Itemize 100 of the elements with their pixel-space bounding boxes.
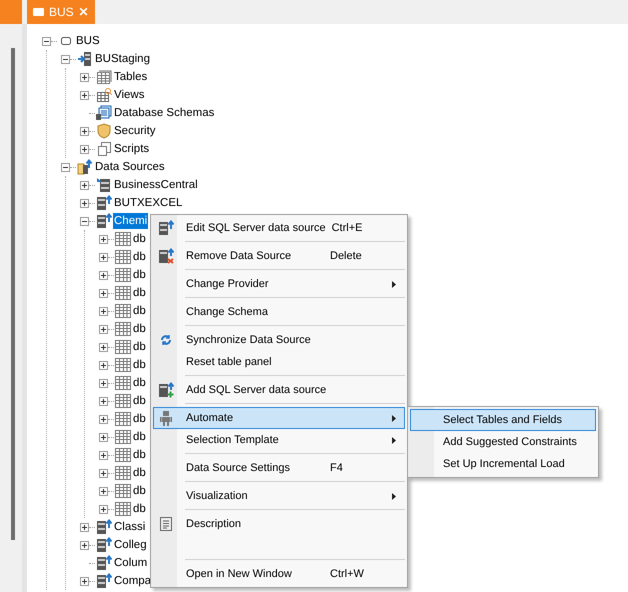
menu-item[interactable]: Automate xyxy=(153,407,405,429)
collapse-toggle[interactable] xyxy=(61,162,70,172)
menu-item[interactable]: Remove Data Source Delete xyxy=(153,245,405,267)
data-source-icon xyxy=(96,555,112,571)
expand-toggle[interactable] xyxy=(99,486,108,496)
expand-toggle[interactable] xyxy=(80,72,89,82)
expand-toggle[interactable] xyxy=(99,450,108,460)
table-icon xyxy=(115,249,131,265)
tree-item[interactable]: db xyxy=(132,393,147,409)
tree-item[interactable]: Views xyxy=(113,87,146,103)
collapse-toggle[interactable] xyxy=(42,36,51,46)
tree-item[interactable]: db xyxy=(132,231,147,247)
robot-icon xyxy=(160,410,172,426)
expand-toggle[interactable] xyxy=(99,270,108,280)
menu-item[interactable]: Change Schema xyxy=(153,301,405,323)
table-icon xyxy=(115,465,131,481)
tree-item[interactable]: Colum xyxy=(113,555,148,571)
tree-item[interactable]: Database Schemas xyxy=(113,105,216,121)
script-icon xyxy=(96,141,112,157)
tree-item[interactable]: BusinessCentral xyxy=(113,177,199,193)
data-source-icon xyxy=(96,195,112,211)
menu-item[interactable]: Reset table panel xyxy=(153,351,405,373)
data-source-icon xyxy=(96,213,112,229)
tree-item[interactable]: db xyxy=(132,411,147,427)
expand-toggle[interactable] xyxy=(99,396,108,406)
tree-item[interactable]: Scripts xyxy=(113,141,150,157)
tree-item[interactable]: db xyxy=(132,321,147,337)
expand-toggle[interactable] xyxy=(80,180,89,190)
expand-toggle[interactable] xyxy=(99,504,108,514)
tree-item[interactable]: db xyxy=(132,501,147,517)
shield-icon xyxy=(96,123,112,139)
menu-item[interactable]: Set Up Incremental Load xyxy=(410,453,596,475)
tree-item[interactable]: db xyxy=(132,303,147,319)
expand-toggle[interactable] xyxy=(99,414,108,424)
expand-toggle[interactable] xyxy=(99,306,108,316)
menu-item[interactable]: Change Provider xyxy=(153,273,405,295)
table-icon xyxy=(115,267,131,283)
menu-item[interactable]: Select Tables and Fields xyxy=(410,409,596,431)
tree-item[interactable]: db xyxy=(132,339,147,355)
collapse-toggle[interactable] xyxy=(61,54,70,64)
tree-item[interactable]: db xyxy=(132,267,147,283)
tree-item[interactable]: BUS xyxy=(75,33,101,49)
tree-item[interactable]: db xyxy=(132,465,147,481)
panel-header xyxy=(0,0,22,24)
table-icon xyxy=(115,303,131,319)
menu-item[interactable]: Description xyxy=(153,513,405,535)
tree-item[interactable]: BUStaging xyxy=(94,51,151,67)
tree-item[interactable]: db xyxy=(132,483,147,499)
menu-item[interactable]: Add Suggested Constraints xyxy=(410,431,596,453)
schema-icon xyxy=(96,105,112,121)
expand-toggle[interactable] xyxy=(99,252,108,262)
panel-handle[interactable] xyxy=(10,48,14,540)
table-icon xyxy=(115,411,131,427)
expand-toggle[interactable] xyxy=(99,432,108,442)
expand-toggle[interactable] xyxy=(80,126,89,136)
table-icon xyxy=(115,447,131,463)
tree-item[interactable]: BUTXEXCEL xyxy=(113,195,184,211)
expand-toggle[interactable] xyxy=(80,522,89,532)
expand-toggle[interactable] xyxy=(80,576,89,586)
tree-item[interactable]: Data Sources xyxy=(94,159,166,175)
tree-item[interactable]: Colleg xyxy=(113,537,148,553)
staging-icon xyxy=(77,51,93,67)
tree-item[interactable]: db xyxy=(132,249,147,265)
menu-item[interactable]: Data Source Settings F4 xyxy=(153,457,405,479)
table-search-icon xyxy=(96,87,112,103)
menu-item[interactable]: Add SQL Server data source xyxy=(153,379,405,401)
tree-item[interactable]: Classi xyxy=(113,519,146,535)
document-icon xyxy=(33,8,44,16)
remove-source-icon xyxy=(158,248,174,264)
expand-toggle[interactable] xyxy=(99,234,108,244)
menu-item[interactable]: Open in New Window Ctrl+W xyxy=(153,563,405,585)
tree-item[interactable]: Security xyxy=(113,123,157,139)
menu-item[interactable]: Selection Template xyxy=(153,429,405,451)
tree-item[interactable]: Chemi xyxy=(113,213,148,229)
expand-toggle[interactable] xyxy=(99,360,108,370)
tree-item[interactable]: Tables xyxy=(113,69,148,85)
expand-toggle[interactable] xyxy=(99,288,108,298)
tree-item[interactable]: db xyxy=(132,357,147,373)
tree-item[interactable]: db xyxy=(132,447,147,463)
menu-item[interactable]: Synchronize Data Source xyxy=(153,329,405,351)
expand-toggle[interactable] xyxy=(80,540,89,550)
tree-item[interactable]: db xyxy=(132,429,147,445)
data-source-icon xyxy=(96,537,112,553)
expand-toggle[interactable] xyxy=(99,378,108,388)
expand-toggle[interactable] xyxy=(99,324,108,334)
expand-toggle[interactable] xyxy=(99,342,108,352)
tree-item[interactable]: db xyxy=(132,285,147,301)
document-icon xyxy=(160,517,172,531)
tree-item[interactable]: Compa xyxy=(113,573,152,589)
expand-toggle[interactable] xyxy=(99,468,108,478)
sync-icon xyxy=(160,334,172,346)
collapse-toggle[interactable] xyxy=(80,216,89,226)
expand-toggle[interactable] xyxy=(80,144,89,154)
menu-item[interactable]: Edit SQL Server data source Ctrl+E xyxy=(153,217,405,239)
menu-item[interactable]: Visualization xyxy=(153,485,405,507)
table-icon xyxy=(115,339,131,355)
expand-toggle[interactable] xyxy=(80,198,89,208)
table-icon xyxy=(115,429,131,445)
expand-toggle[interactable] xyxy=(80,90,89,100)
tree-item[interactable]: db xyxy=(132,375,147,391)
